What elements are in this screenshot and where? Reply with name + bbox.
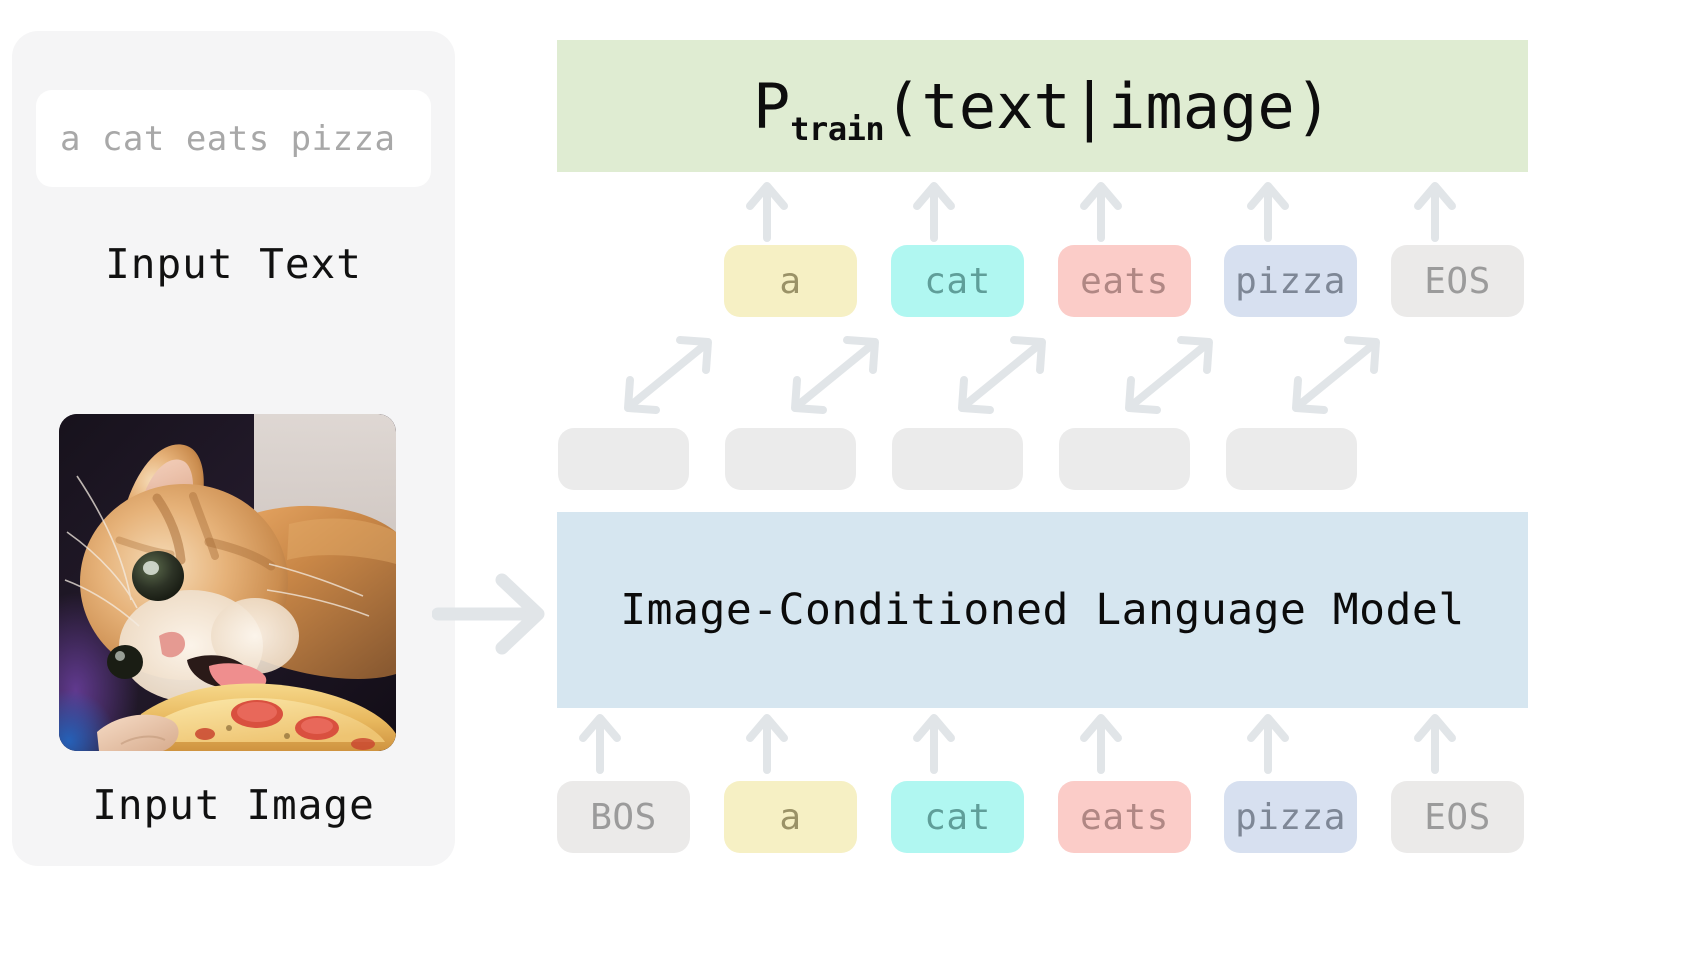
cat-photo-illustration <box>59 414 396 751</box>
hidden-state-box <box>1226 428 1357 490</box>
token-chip[interactable]: pizza <box>1224 245 1357 317</box>
model-block-label: Image-Conditioned Language Model <box>620 585 1465 635</box>
output-probability-banner: Ptrain (text|image) <box>557 40 1528 172</box>
token-chip[interactable]: a <box>724 781 857 853</box>
formula-prefix: P <box>752 69 791 143</box>
formula-subscript: train <box>790 109 885 148</box>
probability-formula: Ptrain (text|image) <box>752 69 1333 148</box>
input-image-thumbnail[interactable] <box>59 414 396 751</box>
up-arrow-icon <box>1412 712 1458 774</box>
up-arrow-icon <box>911 712 957 774</box>
diagonal-shift-arrow-icon <box>618 332 718 418</box>
flow-arrow-right-icon <box>432 573 545 655</box>
token-chip[interactable]: cat <box>891 781 1024 853</box>
token-chip[interactable]: eats <box>1058 781 1191 853</box>
token-chip[interactable]: EOS <box>1391 245 1524 317</box>
formula-suffix: (text|image) <box>884 69 1333 143</box>
diagonal-shift-arrow-icon <box>1286 332 1386 418</box>
up-arrow-icon <box>911 180 957 242</box>
up-arrow-icon <box>1078 180 1124 242</box>
diagram-canvas: a cat eats pizza Input Text Input Image … <box>0 0 1689 960</box>
up-arrow-icon <box>1245 180 1291 242</box>
text-input-value: a cat eats pizza <box>60 118 396 159</box>
diagonal-shift-arrow-icon <box>1119 332 1219 418</box>
up-arrow-icon <box>1245 712 1291 774</box>
text-input[interactable]: a cat eats pizza <box>36 90 431 187</box>
model-block[interactable]: Image-Conditioned Language Model <box>557 512 1528 708</box>
up-arrow-icon <box>577 712 623 774</box>
hidden-state-box <box>558 428 689 490</box>
up-arrow-icon <box>744 180 790 242</box>
diagonal-shift-arrow-icon <box>952 332 1052 418</box>
token-chip[interactable]: eats <box>1058 245 1191 317</box>
token-chip[interactable]: EOS <box>1391 781 1524 853</box>
hidden-state-box <box>725 428 856 490</box>
input-panel: a cat eats pizza Input Text Input Image <box>12 31 455 866</box>
token-chip[interactable]: cat <box>891 245 1024 317</box>
up-arrow-icon <box>1078 712 1124 774</box>
token-chip[interactable]: a <box>724 245 857 317</box>
token-chip[interactable]: BOS <box>557 781 690 853</box>
up-arrow-icon <box>1412 180 1458 242</box>
input-text-caption: Input Text <box>105 240 362 288</box>
up-arrow-icon <box>744 712 790 774</box>
hidden-state-box <box>1059 428 1190 490</box>
token-chip[interactable]: pizza <box>1224 781 1357 853</box>
hidden-state-box <box>892 428 1023 490</box>
diagonal-shift-arrow-icon <box>785 332 885 418</box>
input-image-caption: Input Image <box>92 781 375 829</box>
